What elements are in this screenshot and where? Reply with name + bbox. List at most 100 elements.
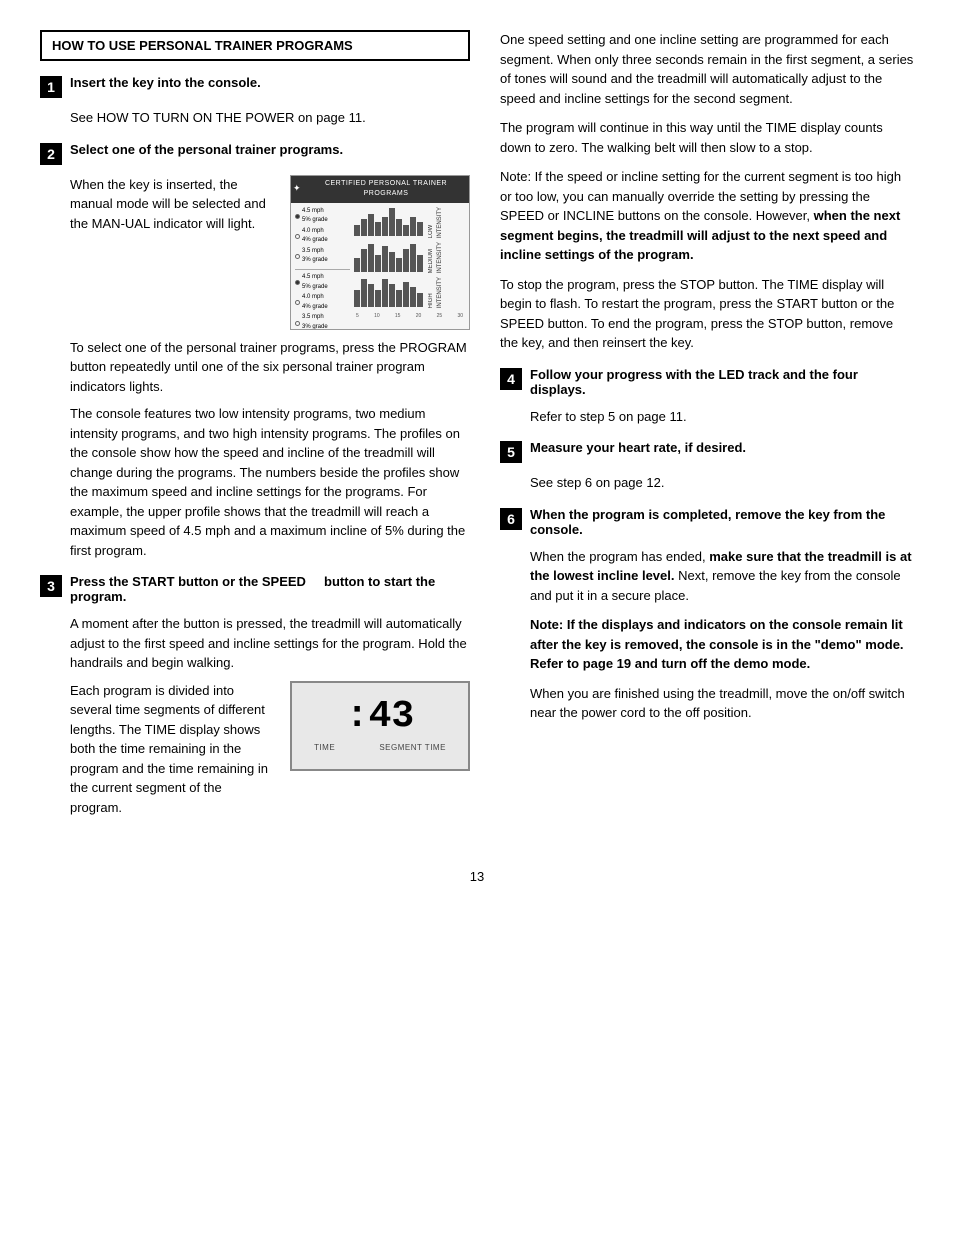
step-3-number: 3 — [40, 575, 62, 597]
dot-6 — [295, 321, 300, 326]
step-6-bold-2: Note: If the displays and indicators on … — [530, 617, 904, 671]
step-2-number: 2 — [40, 143, 62, 165]
step-6-para1: When the program has ended, make sure th… — [530, 547, 914, 606]
bar-6 — [389, 208, 395, 236]
step-4-number: 4 — [500, 368, 522, 390]
right-para4: To stop the program, press the STOP butt… — [500, 275, 914, 353]
page-number: 13 — [40, 869, 914, 884]
bar-2 — [361, 219, 367, 236]
bar-9 — [410, 217, 416, 237]
right-para2: The program will continue in this way un… — [500, 118, 914, 157]
right-para1: One speed setting and one incline settin… — [500, 30, 914, 108]
step-4-body: Refer to step 5 on page 11. — [530, 407, 914, 427]
console-row-1: 4.5 mph5% grade — [302, 207, 328, 226]
console-header-text: CERTIFIED PERSONAL TRAINER PROGRAMS — [305, 179, 467, 200]
medium-intensity-bars — [354, 244, 423, 272]
console-row-3: 3.5 mph3% grade — [302, 247, 328, 266]
timer-label-segment: SEGMENT TIME — [379, 742, 446, 754]
step-1-block: 1 Insert the key into the console. — [40, 75, 470, 98]
high-intensity-label: HIGHINTENSITY — [427, 277, 445, 308]
bar-h-8 — [403, 282, 409, 307]
bar-7 — [396, 219, 402, 236]
low-intensity-bars — [354, 208, 423, 236]
step-3-block: 3 Press the START button or the SPEED bu… — [40, 574, 470, 604]
bar-m-2 — [361, 249, 367, 271]
bar-h-9 — [410, 287, 416, 307]
bar-m-4 — [375, 255, 381, 272]
bar-m-10 — [417, 255, 423, 272]
step-4-content: Refer to step 5 on page 11. — [530, 407, 914, 427]
right-column: One speed setting and one incline settin… — [500, 30, 914, 839]
step-1-number: 1 — [40, 76, 62, 98]
console-image: ✦ CERTIFIED PERSONAL TRAINER PROGRAMS 4.… — [290, 175, 470, 330]
step-3-para2-text: Each program is divided into several tim… — [70, 681, 276, 826]
right-para3: Note: If the speed or incline setting fo… — [500, 167, 914, 265]
step-5-block: 5 Measure your heart rate, if desired. — [500, 440, 914, 463]
step-2-content: When the key is inserted, the manual mod… — [70, 175, 470, 561]
console-left-panel: 4.5 mph5% grade 4.0 mph4% grade 3.5 mph3… — [295, 207, 350, 330]
step-4-title: Follow your progress with the LED track … — [530, 367, 914, 397]
bar-1 — [354, 225, 360, 236]
console-row-4: 4.5 mph5% grade — [302, 273, 328, 292]
bar-h-5 — [382, 279, 388, 307]
dot-3 — [295, 254, 300, 259]
scale-numbers: 51015202530 — [354, 313, 465, 321]
bar-m-8 — [403, 249, 409, 271]
timer-display: :43 — [346, 698, 414, 736]
bar-h-6 — [389, 284, 395, 306]
bar-h-10 — [417, 293, 423, 307]
console-row-6: 3.5 mph3% grade — [302, 313, 328, 329]
step-2-block: 2 Select one of the personal trainer pro… — [40, 142, 470, 165]
console-row-5: 4.0 mph4% grade — [302, 293, 328, 312]
step-5-number: 5 — [500, 441, 522, 463]
step-1-content: See HOW TO TURN ON THE POWER on page 11. — [70, 108, 470, 128]
step-3-title: Press the START button or the SPEED butt… — [70, 574, 470, 604]
step-6-para3: When you are finished using the treadmil… — [530, 684, 914, 723]
step-6-title: When the program is completed, remove th… — [530, 507, 914, 537]
step-2-title: Select one of the personal trainer progr… — [70, 142, 343, 157]
bar-h-1 — [354, 290, 360, 307]
bar-h-3 — [368, 284, 374, 306]
bar-m-1 — [354, 258, 360, 272]
step-3-para1: A moment after the button is pressed, th… — [70, 614, 470, 673]
step-6-bold-1: make sure that the treadmill is at the l… — [530, 549, 912, 584]
timer-image: :43 TIME SEGMENT TIME — [290, 681, 470, 771]
step-3-content: A moment after the button is pressed, th… — [70, 614, 470, 825]
step-6-number: 6 — [500, 508, 522, 530]
bar-m-6 — [389, 252, 395, 272]
timer-label-time: TIME — [314, 742, 335, 754]
bar-m-5 — [382, 246, 388, 271]
dot-5 — [295, 300, 300, 305]
step-6-content: When the program has ended, make sure th… — [530, 547, 914, 723]
console-header-label: ✦ CERTIFIED PERSONAL TRAINER PROGRAMS — [291, 176, 469, 203]
step-4-block: 4 Follow your progress with the LED trac… — [500, 367, 914, 397]
dot-4 — [295, 280, 300, 285]
step-2-intro: When the key is inserted, the manual mod… — [70, 175, 278, 242]
dot-1 — [295, 214, 300, 219]
dot-2 — [295, 234, 300, 239]
step-5-content: See step 6 on page 12. — [530, 473, 914, 493]
step-6-block: 6 When the program is completed, remove … — [500, 507, 914, 537]
step-3-para2: Each program is divided into several tim… — [70, 681, 276, 818]
bar-10 — [417, 222, 423, 236]
high-intensity-bars — [354, 279, 423, 307]
bar-3 — [368, 214, 374, 236]
step-2-intro-text: When the key is inserted, the manual mod… — [70, 175, 278, 234]
step-2-para2: The console features two low intensity p… — [70, 404, 470, 560]
bar-m-9 — [410, 244, 416, 272]
bar-4 — [375, 222, 381, 236]
bar-5 — [382, 217, 388, 237]
step-5-body: See step 6 on page 12. — [530, 473, 914, 493]
bar-h-2 — [361, 279, 367, 307]
left-column: HOW TO USE PERSONAL TRAINER PROGRAMS 1 I… — [40, 30, 470, 839]
console-right-panel: LOWINTENSITY — [354, 207, 465, 330]
step-1-body: See HOW TO TURN ON THE POWER on page 11. — [70, 108, 470, 128]
console-row-2: 4.0 mph4% grade — [302, 227, 328, 246]
console-star-icon: ✦ — [293, 182, 301, 196]
step-5-title: Measure your heart rate, if desired. — [530, 440, 746, 455]
bar-m-3 — [368, 244, 374, 272]
section-header: HOW TO USE PERSONAL TRAINER PROGRAMS — [40, 30, 470, 61]
step-6-para2: Note: If the displays and indicators on … — [530, 615, 914, 674]
bar-m-7 — [396, 258, 402, 272]
medium-intensity-label: MEDIUMINTENSITY — [427, 242, 445, 273]
